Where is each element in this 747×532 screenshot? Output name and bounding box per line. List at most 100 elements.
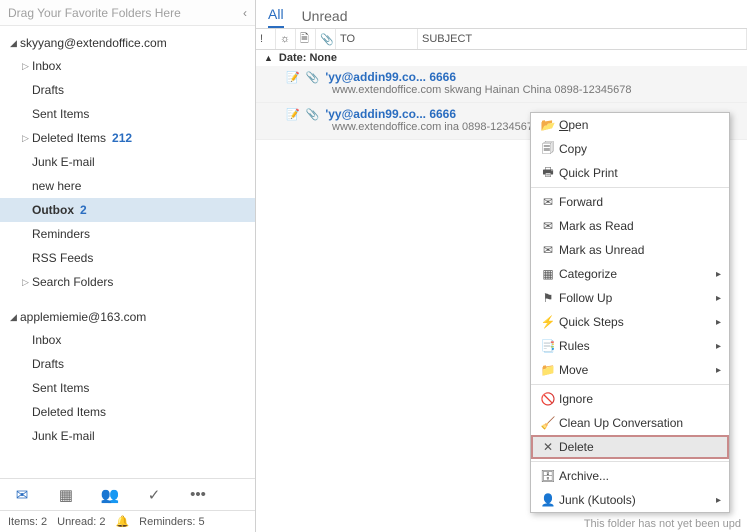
folder-item[interactable]: Outbox 2 [0,198,255,222]
folder-item[interactable]: ▷Deleted Items 212 [0,126,255,150]
ctx-rules[interactable]: 📑Rules▸ [531,334,729,358]
ctx-follow-up[interactable]: ⚑Follow Up▸ [531,286,729,310]
folder-name: Outbox [32,201,74,219]
chevron-right-icon: ▸ [716,269,721,280]
draft-icon: 📝 [286,71,300,84]
folder-item[interactable]: Junk E-mail [0,150,255,174]
ctx-archive[interactable]: 🗄Archive... [531,464,729,488]
tab-unread[interactable]: Unread [302,8,348,28]
folder-item[interactable]: Deleted Items [0,400,255,424]
folder-name: Deleted Items [32,129,106,147]
message-preview: www.extendoffice.com skwang Hainan China… [286,84,739,96]
ctx-move[interactable]: 📁Move▸ [531,358,729,382]
filter-tabs: All Unread [256,0,747,28]
favorites-drop-hint: Drag Your Favorite Folders Here ‹ [0,0,255,26]
ctx-quick-steps[interactable]: ⚡Quick Steps▸ [531,310,729,334]
folder-item[interactable]: Sent Items [0,376,255,400]
mark-read-icon: ✉ [537,219,559,233]
tab-all[interactable]: All [268,6,284,28]
folder-name: Search Folders [32,273,113,291]
calendar-icon[interactable]: ▦ [44,486,88,504]
folder-count: 2 [80,201,87,219]
status-reminders: Reminders: 5 [139,516,204,528]
status-items: Items: 2 [8,516,47,528]
folder-item[interactable]: ▷Inbox [0,54,255,78]
chevron-right-icon: ▸ [716,495,721,506]
col-importance-icon[interactable]: ! [256,29,276,49]
folder-item[interactable]: ▷Search Folders [0,270,255,294]
group-label: Date: None [279,52,337,64]
col-icon[interactable]: 🗎 [296,29,316,49]
col-reminder-icon[interactable]: ☼ [276,29,296,49]
col-attachment-icon[interactable]: 📎 [316,29,336,49]
chevron-right-icon: ▸ [716,341,721,352]
nav-bar: ✉ ▦ 👥 ✓ ••• [0,478,255,510]
people-icon[interactable]: 👥 [88,486,132,504]
group-header[interactable]: ▲ Date: None [256,50,747,66]
folder-item[interactable]: Drafts [0,352,255,376]
folder-item[interactable]: new here [0,174,255,198]
caret-right-icon: ▷ [22,129,32,147]
ctx-open[interactable]: 📂Open [531,113,729,137]
open-icon: 📂 [537,118,559,132]
col-subject[interactable]: SUBJECT [418,29,747,49]
folder-item[interactable]: RSS Feeds [0,246,255,270]
account-email: applemiemie@163.com [20,310,146,324]
forward-icon: ✉ [537,195,559,209]
chevron-right-icon: ▸ [716,365,721,376]
folder-name: Junk E-mail [32,427,95,445]
print-icon: 🖶 [537,163,559,184]
ctx-junk[interactable]: 👤Junk (Kutools)▸ [531,488,729,512]
context-menu: 📂Open 🗐Copy 🖶Quick Print ✉Forward ✉Mark … [530,112,730,513]
archive-icon: 🗄 [537,469,559,483]
folder-item[interactable]: Inbox [0,328,255,352]
caret-right-icon: ▷ [22,57,32,75]
column-header: ! ☼ 🗎 📎 TO SUBJECT [256,28,747,50]
ctx-ignore[interactable]: 🚫Ignore [531,387,729,411]
ctx-forward[interactable]: ✉Forward [531,190,729,214]
message-from: 'yy@addin99.co... 6666 [325,70,456,84]
folder-item[interactable]: Reminders [0,222,255,246]
message-item[interactable]: 📝 📎 'yy@addin99.co... 6666www.extendoffice… [256,66,747,103]
ctx-cleanup[interactable]: 🧹Clean Up Conversation [531,411,729,435]
ctx-mark-read[interactable]: ✉Mark as Read [531,214,729,238]
folder-name: Inbox [32,331,61,349]
chevron-right-icon: ▸ [716,293,721,304]
tasks-icon[interactable]: ✓ [132,486,176,504]
flag-icon: ⚑ [537,291,559,305]
pin-icon[interactable]: ‹ [243,6,247,20]
favorites-hint-text: Drag Your Favorite Folders Here [8,6,181,20]
folder-name: Inbox [32,57,61,75]
ctx-quick-print[interactable]: 🖶Quick Print [531,161,729,185]
folder-name: new here [32,177,81,195]
message-from: 'yy@addin99.co... 6666 [325,107,456,121]
ctx-mark-unread[interactable]: ✉Mark as Unread [531,238,729,262]
separator [531,461,729,462]
more-icon[interactable]: ••• [176,486,220,503]
folder-item[interactable]: Sent Items [0,102,255,126]
categorize-icon: ▦ [537,267,559,281]
mail-icon[interactable]: ✉ [0,486,44,504]
ctx-categorize[interactable]: ▦Categorize▸ [531,262,729,286]
folder-name: Sent Items [32,105,89,123]
attachment-icon: 📎 [306,71,320,84]
junk-icon: 👤 [537,493,559,507]
folder-name: Reminders [32,225,90,243]
move-icon: 📁 [537,363,559,377]
ctx-copy[interactable]: 🗐Copy [531,137,729,161]
folder-item[interactable]: Junk E-mail [0,424,255,448]
folder-name: Drafts [32,81,64,99]
account-header[interactable]: ◢skyyang@extendoffice.com [0,32,255,54]
attachment-icon: 📎 [306,108,320,121]
cleanup-icon: 🧹 [537,416,559,430]
folder-item[interactable]: Drafts [0,78,255,102]
status-bar: Items: 2 Unread: 2 🔔 Reminders: 5 [0,510,255,532]
account-header[interactable]: ◢applemiemie@163.com [0,306,255,328]
folder-name: RSS Feeds [32,249,93,267]
status-unread: Unread: 2 [57,516,105,528]
folder-count: 212 [112,129,132,147]
ctx-delete[interactable]: ✕Delete [531,435,729,459]
delete-icon: ✕ [537,440,559,454]
folder-name: Sent Items [32,379,89,397]
col-to[interactable]: TO [336,29,418,49]
